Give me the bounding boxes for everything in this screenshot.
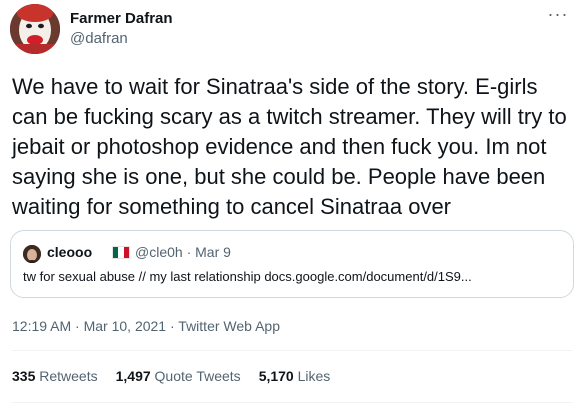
tweet-source[interactable]: Twitter Web App — [178, 318, 280, 334]
tweet: Farmer Dafran @dafran ··· We have to wai… — [0, 0, 584, 411]
quoted-author-name: cleooo — [47, 244, 93, 260]
quoted-author-avatar — [23, 245, 41, 263]
retweets-stat[interactable]: 335 Retweets — [12, 368, 98, 384]
divider — [12, 402, 572, 403]
meta-separator: · — [166, 318, 179, 334]
quote-tweets-count: 1,497 — [115, 368, 155, 384]
quote-tweets-label: Quote Tweets — [154, 368, 241, 384]
tweet-meta: 12:19 AM · Mar 10, 2021 · Twitter Web Ap… — [12, 318, 280, 334]
retweets-label: Retweets — [39, 368, 98, 384]
tweet-text: We have to wait for Sinatraa's side of t… — [12, 74, 567, 219]
quoted-handle-date: @cle0h · Mar 9 — [135, 244, 231, 260]
author-handle[interactable]: @dafran — [70, 30, 128, 47]
tweet-timestamp[interactable]: 12:19 AM · Mar 10, 2021 — [12, 318, 166, 334]
mexico-flag-icon — [112, 246, 130, 259]
retweets-count: 335 — [12, 368, 40, 384]
likes-count: 5,170 — [258, 368, 298, 384]
quote-tweets-stat[interactable]: 1,497 Quote Tweets — [116, 368, 241, 384]
author-avatar[interactable] — [10, 4, 60, 54]
divider — [12, 350, 572, 351]
quoted-tweet[interactable]: cleooo @cle0h · Mar 9 tw for sexual abus… — [10, 230, 574, 298]
ellipsis-icon[interactable]: ··· — [546, 5, 570, 26]
author-name[interactable]: Farmer Dafran — [70, 10, 173, 27]
likes-label: Likes — [297, 368, 331, 384]
quoted-tweet-text: tw for sexual abuse // my last relations… — [23, 269, 472, 284]
likes-stat[interactable]: 5,170 Likes — [259, 368, 331, 384]
tweet-stats: 335 Retweets 1,497 Quote Tweets 5,170 Li… — [12, 368, 348, 384]
